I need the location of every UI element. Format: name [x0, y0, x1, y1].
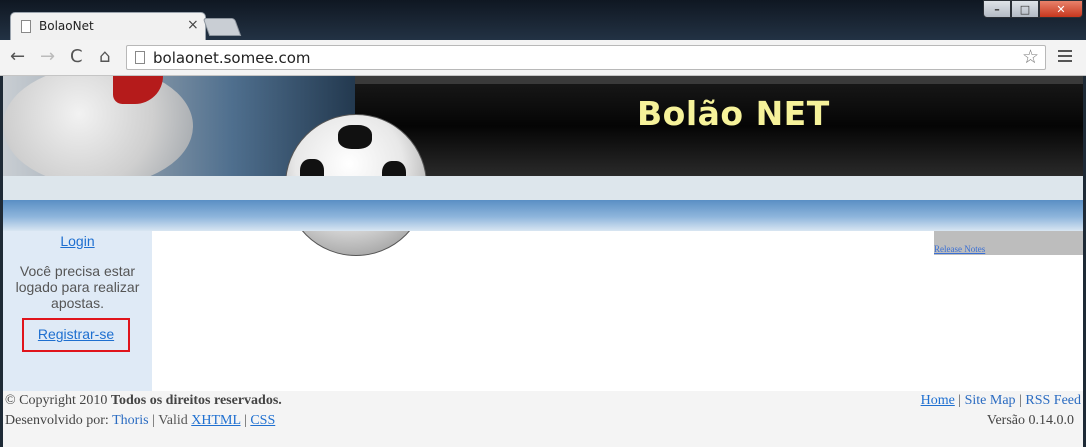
separator: |: [958, 393, 962, 408]
login-sidebar: Login Você precisa estar logado para rea…: [3, 231, 152, 391]
version-text: Versão 0.14.0.0: [986, 413, 1074, 428]
window-titlebar: BolaoNet × – □ ✕: [0, 0, 1086, 40]
home-link[interactable]: Home: [921, 393, 955, 408]
close-window-button[interactable]: ✕: [1039, 0, 1083, 18]
header-band-light: [3, 176, 1083, 200]
site-banner: Bolão NET: [3, 76, 1083, 256]
page-icon: [135, 51, 145, 64]
web-page: Bolão NET Login Você precisa estar logad…: [3, 76, 1083, 447]
browser-toolbar: ← → C ⌂ bolaonet.somee.com ☆: [0, 40, 1086, 76]
back-arrow-icon[interactable]: ←: [10, 47, 25, 67]
hamburger-menu-icon[interactable]: [1058, 50, 1072, 64]
page-icon: [21, 20, 31, 33]
css-link[interactable]: CSS: [250, 413, 275, 428]
page-footer: © Copyright 2010 Todos os direitos reser…: [3, 391, 1083, 447]
reload-icon[interactable]: C: [70, 47, 83, 67]
forward-arrow-icon[interactable]: →: [40, 47, 55, 67]
header-band-blue: [3, 200, 1083, 231]
home-icon[interactable]: ⌂: [99, 47, 110, 67]
address-bar[interactable]: bolaonet.somee.com ☆: [126, 45, 1046, 70]
site-title: Bolão NET: [637, 94, 830, 133]
minimize-icon: –: [994, 3, 1000, 16]
register-link[interactable]: Registrar-se: [24, 326, 128, 342]
separator: |: [1019, 393, 1022, 408]
bookmark-star-icon[interactable]: ☆: [1022, 46, 1039, 68]
minimize-button[interactable]: –: [983, 0, 1011, 18]
copyright-text: © Copyright 2010: [5, 393, 108, 408]
rss-feed-link[interactable]: RSS Feed: [1025, 393, 1081, 408]
player-image: [3, 76, 193, 176]
release-notes-panel: Release Notes: [934, 231, 1083, 255]
browser-tab[interactable]: BolaoNet ×: [10, 12, 206, 40]
valid-label: | Valid: [152, 413, 188, 428]
xhtml-link[interactable]: XHTML: [191, 413, 240, 428]
developer-line: Desenvolvido por: Thoris | Valid XHTML |…: [5, 413, 275, 429]
maximize-icon: □: [1019, 3, 1031, 16]
tab-title: BolaoNet: [39, 19, 94, 33]
developer-label: Desenvolvido por:: [5, 413, 109, 428]
tab-close-icon[interactable]: ×: [187, 17, 199, 33]
separator: |: [244, 413, 247, 428]
sitemap-link[interactable]: Site Map: [965, 393, 1016, 408]
rights-text: Todos os direitos reservados.: [110, 393, 282, 408]
login-link[interactable]: Login: [3, 233, 152, 249]
close-icon: ✕: [1056, 3, 1066, 16]
maximize-button[interactable]: □: [1011, 0, 1039, 18]
release-notes-link[interactable]: Release Notes: [934, 244, 985, 254]
register-highlight-box: Registrar-se: [22, 318, 130, 352]
developer-link[interactable]: Thoris: [112, 413, 149, 428]
url-text[interactable]: bolaonet.somee.com: [153, 49, 311, 67]
new-tab-button[interactable]: [202, 18, 242, 36]
login-required-message: Você precisa estar logado para realizar …: [15, 263, 140, 311]
copyright-line: © Copyright 2010 Todos os direitos reser…: [5, 393, 282, 409]
footer-links: Home | Site Map | RSS Feed: [921, 393, 1081, 409]
